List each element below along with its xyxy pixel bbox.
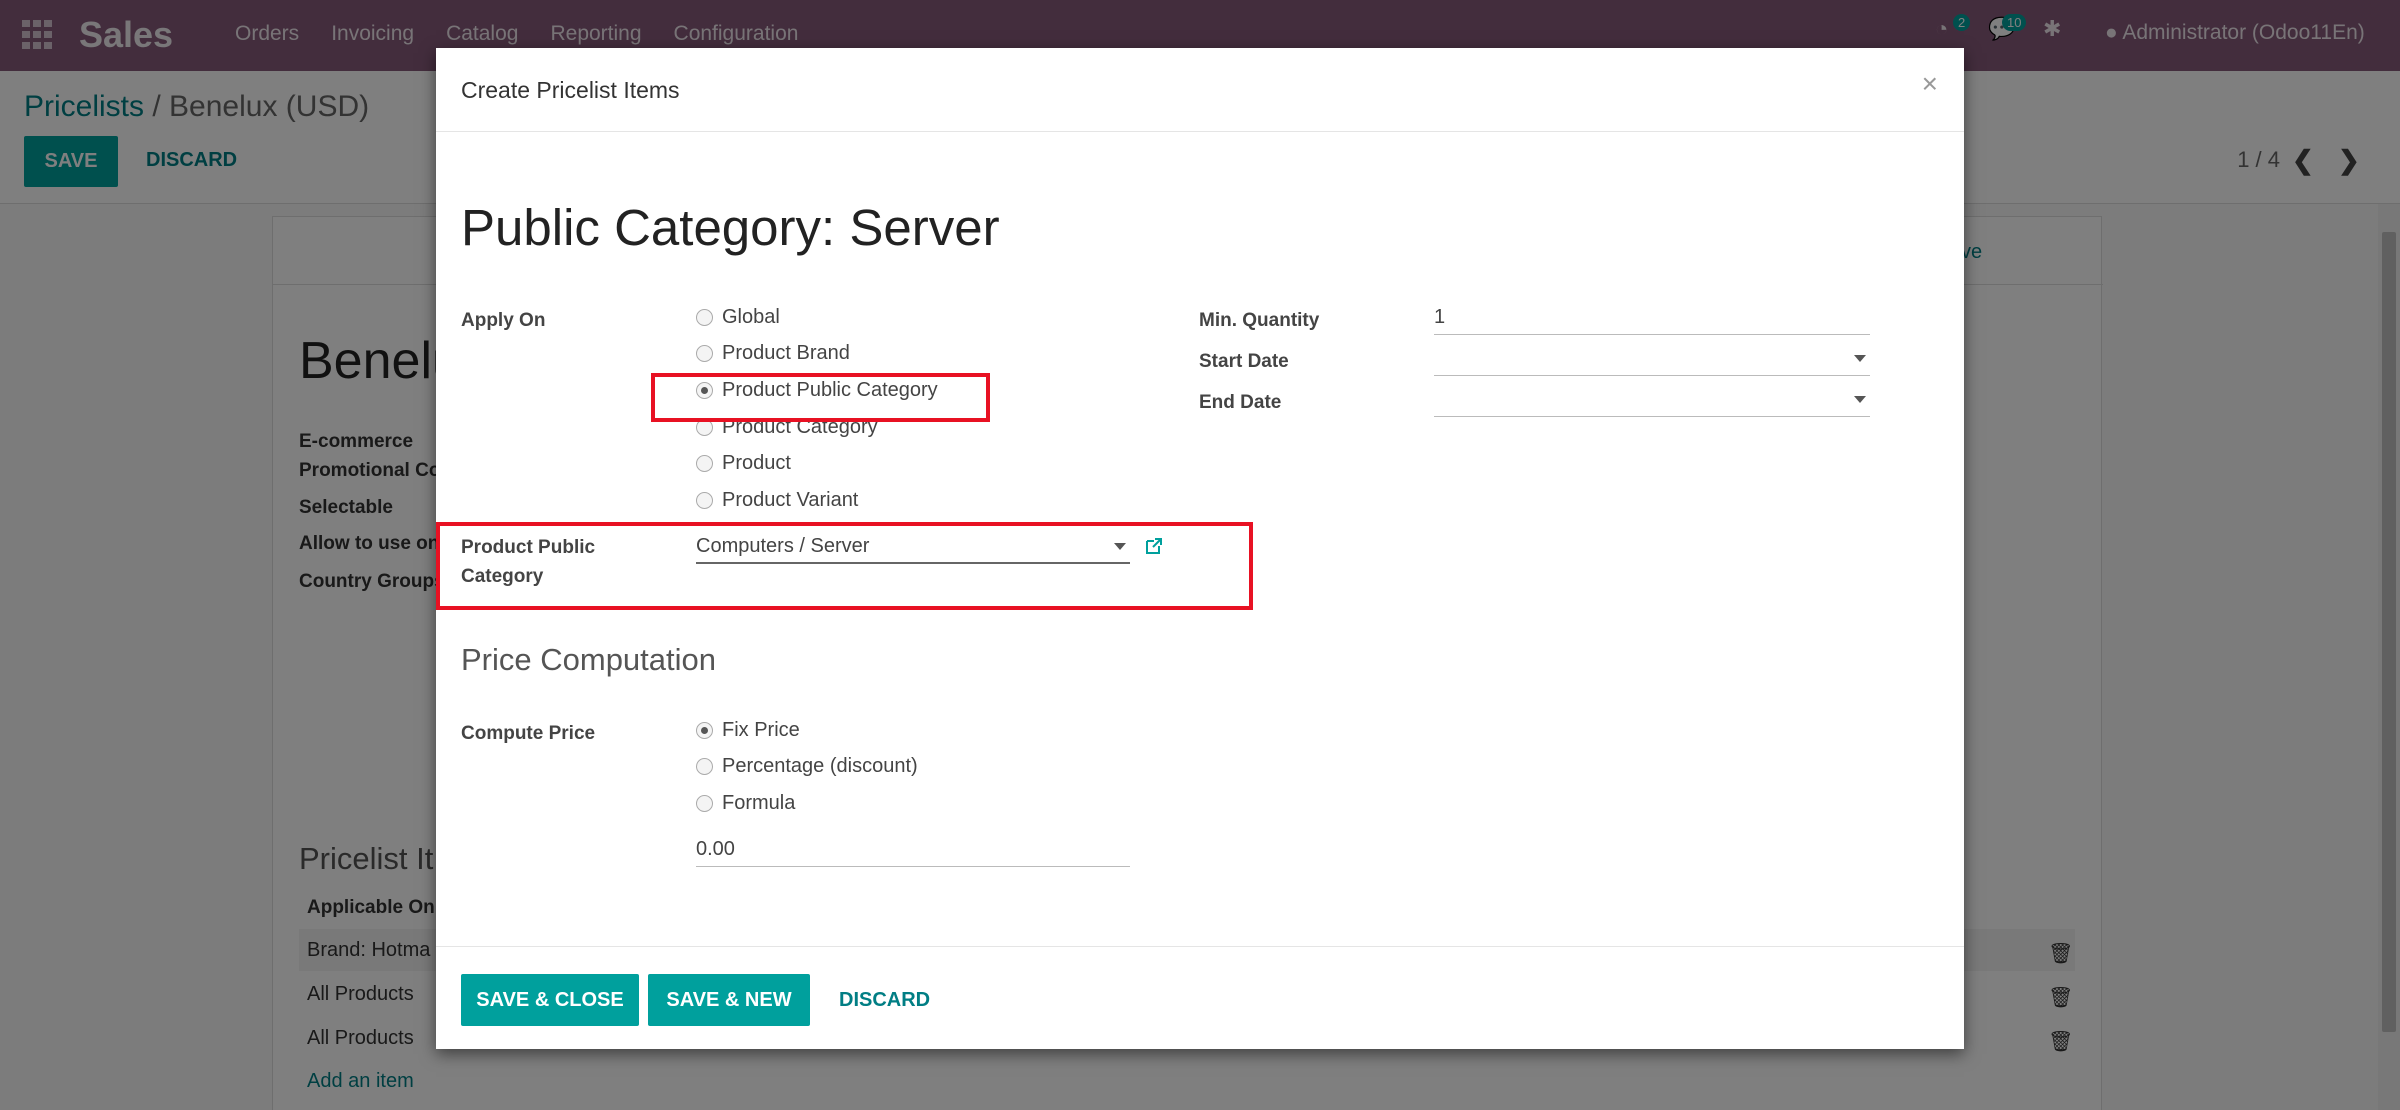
- fixed-price-input[interactable]: 0.00: [696, 836, 1130, 867]
- radio-percentage[interactable]: Percentage (discount): [696, 755, 918, 778]
- radio-fix-price[interactable]: Fix Price: [696, 719, 800, 742]
- modal-header: Create Pricelist Items ×: [436, 48, 1964, 132]
- radio-icon: [696, 492, 713, 509]
- start-date-input[interactable]: [1434, 345, 1870, 376]
- min-quantity-label: Min. Quantity: [1199, 310, 1320, 331]
- compute-price-label: Compute Price: [461, 723, 596, 744]
- radio-product-brand[interactable]: Product Brand: [696, 342, 850, 365]
- modal-discard-button[interactable]: DISCARD: [839, 989, 930, 1012]
- radio-icon: [696, 455, 713, 472]
- radio-product-variant[interactable]: Product Variant: [696, 489, 858, 512]
- chevron-down-icon: [1854, 396, 1866, 403]
- price-computation-title: Price Computation: [461, 642, 717, 677]
- end-date-label: End Date: [1199, 392, 1282, 413]
- record-title: Public Category: Server: [461, 199, 1000, 256]
- highlight-box-radio: [651, 373, 990, 422]
- radio-selected-icon: [696, 722, 713, 739]
- radio-icon: [696, 795, 713, 812]
- radio-formula[interactable]: Formula: [696, 792, 795, 815]
- modal-footer: SAVE & CLOSE SAVE & NEW DISCARD: [436, 946, 1964, 1049]
- highlight-box-category-field: [436, 522, 1253, 610]
- radio-global[interactable]: Global: [696, 306, 780, 329]
- modal-title: Create Pricelist Items: [461, 77, 680, 103]
- close-icon[interactable]: ×: [1922, 68, 1938, 100]
- chevron-down-icon: [1854, 355, 1866, 362]
- radio-icon: [696, 345, 713, 362]
- min-quantity-input[interactable]: 1: [1434, 304, 1870, 335]
- start-date-label: Start Date: [1199, 351, 1289, 372]
- save-close-button[interactable]: SAVE & CLOSE: [461, 974, 639, 1026]
- radio-icon: [696, 309, 713, 326]
- radio-product[interactable]: Product: [696, 452, 791, 475]
- end-date-input[interactable]: [1434, 386, 1870, 417]
- save-new-button[interactable]: SAVE & NEW: [648, 974, 810, 1026]
- radio-icon: [696, 758, 713, 775]
- apply-on-label: Apply On: [461, 310, 546, 331]
